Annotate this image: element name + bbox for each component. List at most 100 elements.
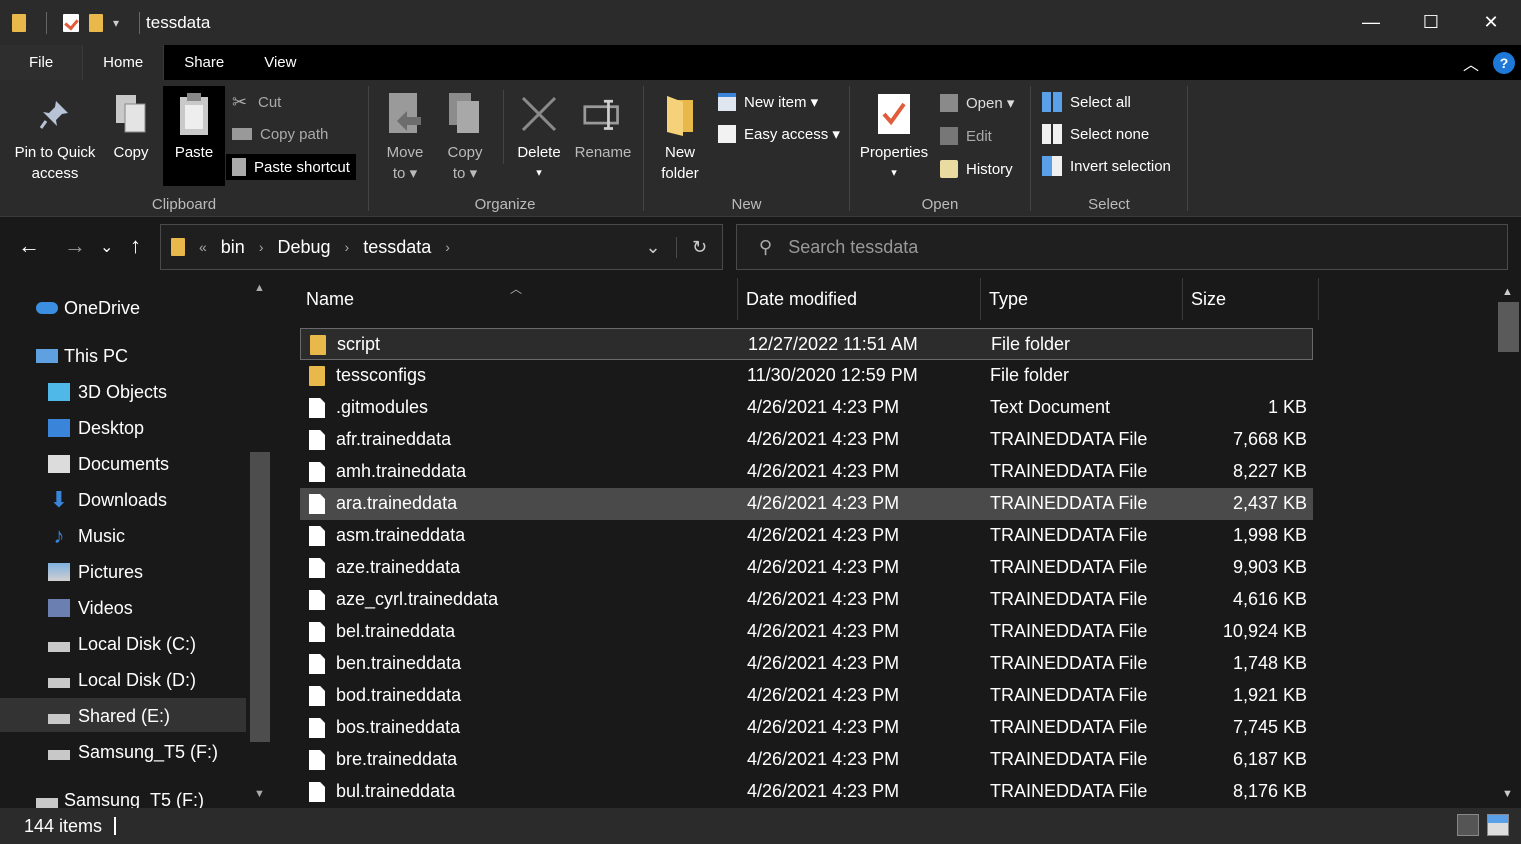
- back-arrow-icon[interactable]: ←: [18, 233, 40, 259]
- nav-item-3d-objects[interactable]: 3D Objects: [48, 374, 167, 410]
- paste-shortcut-button[interactable]: Paste shortcut: [226, 154, 356, 180]
- cut-button[interactable]: ✂ Cut: [232, 90, 281, 114]
- maximize-button[interactable]: ☐: [1401, 0, 1461, 45]
- file-size: 7,745 KB: [1232, 717, 1307, 737]
- up-arrow-icon[interactable]: ↑: [130, 233, 141, 259]
- nav-scrollbar[interactable]: ▲ ▼: [248, 278, 270, 808]
- open-button[interactable]: Open ▾: [940, 91, 1014, 115]
- copy-path-button[interactable]: Copy path: [232, 122, 328, 146]
- refresh-icon[interactable]: ↻: [676, 236, 722, 258]
- delete-button[interactable]: Delete ▾: [513, 90, 565, 184]
- nav-item-music[interactable]: ♪ Music: [48, 518, 126, 554]
- address-bar[interactable]: « bin › Debug › tessdata › ⌄ ↻: [160, 224, 723, 270]
- scroll-up-arrow-icon[interactable]: ▲: [254, 282, 265, 294]
- nav-item-shared-e[interactable]: Shared (E:): [48, 698, 170, 734]
- copy-button[interactable]: Copy: [108, 90, 154, 163]
- nav-item-samsung-t5-f[interactable]: Samsung_T5 (F:): [48, 734, 218, 770]
- nav-item-label: Desktop: [78, 417, 145, 438]
- tab-view[interactable]: View: [244, 45, 316, 80]
- nav-item-samsung-t5-f-root[interactable]: Samsung_T5 (F:): [36, 782, 204, 808]
- scroll-down-arrow-icon[interactable]: ▼: [1502, 788, 1513, 800]
- file-list-scrollbar[interactable]: ▲ ▼: [1496, 278, 1521, 808]
- easy-access-button[interactable]: Easy access ▾: [718, 122, 840, 146]
- table-row[interactable]: script 12/27/2022 11:51 AM File folder: [300, 328, 1313, 360]
- paste-button[interactable]: Paste: [163, 86, 225, 186]
- breadcrumb-chevron-icon[interactable]: ›: [345, 239, 350, 255]
- breadcrumb-tessdata[interactable]: tessdata: [363, 237, 431, 258]
- file-type: TRAINEDDATA File: [990, 749, 1148, 769]
- breadcrumb-debug[interactable]: Debug: [278, 237, 331, 258]
- nav-item-onedrive[interactable]: OneDrive: [36, 290, 140, 326]
- search-box[interactable]: ⚲ Search tessdata: [736, 224, 1508, 270]
- nav-item-this-pc[interactable]: This PC: [36, 338, 128, 374]
- new-item-button[interactable]: New item ▾: [718, 90, 818, 114]
- select-none-button[interactable]: Select none: [1042, 122, 1149, 146]
- address-history-chevron-down-icon[interactable]: ⌄: [630, 237, 676, 258]
- table-row[interactable]: bel.traineddata 4/26/2021 4:23 PM TRAINEDD…: [300, 616, 1313, 648]
- table-row[interactable]: bod.traineddata 4/26/2021 4:23 PM TRAINEDD…: [300, 680, 1313, 712]
- copy-to-button[interactable]: Copy to ▾: [441, 90, 489, 184]
- table-row[interactable]: bos.traineddata 4/26/2021 4:23 PM TRAINEDD…: [300, 712, 1313, 744]
- nav-item-desktop[interactable]: Desktop: [48, 410, 144, 446]
- nav-item-pictures[interactable]: Pictures: [48, 554, 143, 590]
- breadcrumb-overflow[interactable]: «: [199, 239, 207, 255]
- table-row[interactable]: ara.traineddata 4/26/2021 4:23 PM TRAINEDD…: [300, 488, 1313, 520]
- table-row[interactable]: aze_cyrl.traineddata 4/26/2021 4:23 PM TRA…: [300, 584, 1313, 616]
- details-view-icon[interactable]: [1457, 814, 1479, 836]
- table-row[interactable]: afr.traineddata 4/26/2021 4:23 PM TRAINEDD…: [300, 424, 1313, 456]
- nav-item-local-disk-c[interactable]: Local Disk (C:): [48, 626, 196, 662]
- table-row[interactable]: bul.traineddata 4/26/2021 4:23 PM TRAINEDD…: [300, 776, 1313, 808]
- customize-toolbar-chevron-icon[interactable]: ▾: [113, 16, 119, 30]
- toolbar-separator: [139, 11, 141, 34]
- help-icon[interactable]: ?: [1493, 51, 1515, 74]
- forward-arrow-icon[interactable]: →: [64, 233, 86, 259]
- column-header-name[interactable]: Name: [298, 278, 738, 320]
- select-all-button[interactable]: Select all: [1042, 90, 1131, 114]
- nav-item-local-disk-d[interactable]: Local Disk (D:): [48, 662, 196, 698]
- file-icon: [309, 494, 325, 514]
- table-row[interactable]: asm.traineddata 4/26/2021 4:23 PM TRAINEDD…: [300, 520, 1313, 552]
- large-icons-view-icon[interactable]: [1487, 814, 1509, 836]
- tab-file[interactable]: File: [0, 45, 83, 80]
- scrollbar-thumb[interactable]: [250, 452, 270, 742]
- table-row[interactable]: amh.traineddata 4/26/2021 4:23 PM TRAINEDD…: [300, 456, 1313, 488]
- scroll-up-arrow-icon[interactable]: ▲: [1502, 286, 1513, 298]
- nav-item-label: Videos: [78, 597, 133, 618]
- table-row[interactable]: tessconfigs 11/30/2020 12:59 PM File folde…: [300, 360, 1313, 392]
- column-header-size[interactable]: Size: [1183, 278, 1319, 320]
- invert-selection-button[interactable]: Invert selection: [1042, 154, 1171, 178]
- breadcrumb-chevron-icon[interactable]: ›: [259, 239, 264, 255]
- new-folder-icon[interactable]: [89, 13, 103, 32]
- scroll-down-arrow-icon[interactable]: ▼: [254, 788, 265, 800]
- recent-locations-chevron-down-icon[interactable]: ⌄: [100, 237, 113, 257]
- nav-item-label: Samsung_T5 (F:): [78, 741, 219, 762]
- tab-home[interactable]: Home: [82, 45, 165, 80]
- search-input[interactable]: Search tessdata: [788, 237, 918, 258]
- nav-item-documents[interactable]: Documents: [48, 446, 169, 482]
- table-row[interactable]: bre.traineddata 4/26/2021 4:23 PM TRAINEDD…: [300, 744, 1313, 776]
- properties-button[interactable]: Properties ▾: [856, 90, 932, 184]
- history-button[interactable]: History: [940, 157, 1013, 181]
- table-row[interactable]: ben.traineddata 4/26/2021 4:23 PM TRAINEDD…: [300, 648, 1313, 680]
- tab-share[interactable]: Share: [164, 45, 244, 80]
- column-header-date[interactable]: Date modified: [738, 278, 981, 320]
- paste-clipboard-icon: [174, 90, 214, 138]
- new-folder-button[interactable]: New folder: [654, 90, 706, 184]
- pin-to-quick-access-button[interactable]: Pin to Quick access: [10, 90, 100, 184]
- edit-button[interactable]: Edit: [940, 124, 992, 148]
- breadcrumb-chevron-icon[interactable]: ›: [445, 239, 450, 255]
- rename-button[interactable]: Rename: [573, 90, 633, 163]
- move-to-button[interactable]: Move to ▾: [381, 90, 429, 184]
- properties-icon[interactable]: [63, 13, 79, 32]
- nav-item-downloads[interactable]: ⬇ Downloads: [48, 482, 167, 518]
- table-row[interactable]: aze.traineddata 4/26/2021 4:23 PM TRAINEDD…: [300, 552, 1313, 584]
- file-date: 4/26/2021 4:23 PM: [747, 653, 900, 673]
- collapse-ribbon-chevron-up-icon[interactable]: ︿: [1463, 51, 1479, 75]
- close-button[interactable]: ✕: [1461, 0, 1521, 45]
- breadcrumb-bin[interactable]: bin: [221, 237, 245, 258]
- column-header-type[interactable]: Type: [981, 278, 1183, 320]
- nav-item-videos[interactable]: Videos: [48, 590, 133, 626]
- scrollbar-thumb[interactable]: [1498, 302, 1519, 352]
- minimize-button[interactable]: —: [1341, 0, 1401, 45]
- table-row[interactable]: .gitmodules 4/26/2021 4:23 PM Text Documen…: [300, 392, 1313, 424]
